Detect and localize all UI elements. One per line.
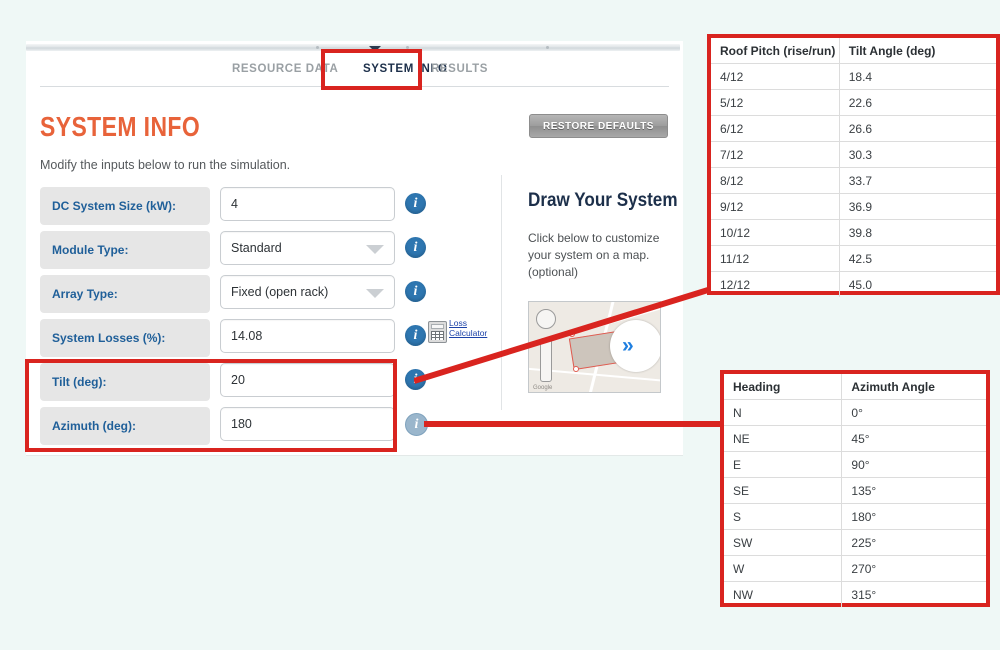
draw-your-system-title: Draw Your System (528, 190, 678, 211)
info-icon-module-type[interactable]: i (405, 237, 426, 258)
loss-calculator-label: Loss Calculator (449, 318, 499, 338)
map-zoom-slider[interactable] (540, 338, 552, 382)
select-array-type-value: Fixed (open rack) (231, 285, 329, 299)
calculator-icon (428, 321, 447, 343)
table-row: 5/12 22.6 (711, 89, 996, 116)
panel-divider (501, 175, 502, 410)
annotation-box-system-info-tab (321, 49, 422, 90)
info-icon-array-type[interactable]: i (405, 281, 426, 302)
cell-roof-pitch: 4/12 (711, 63, 840, 90)
table-row: NW 315° (724, 581, 986, 607)
info-icon-dc-system-size[interactable]: i (405, 193, 426, 214)
restore-defaults-button[interactable]: RESTORE DEFAULTS (529, 114, 668, 138)
cell-tilt-angle: 36.9 (839, 193, 996, 220)
select-module-type[interactable]: Standard (220, 231, 395, 265)
cell-heading: E (724, 451, 843, 478)
cell-azimuth-angle: 180° (841, 503, 986, 530)
table-row: 9/12 36.9 (711, 193, 996, 220)
table-row: W 270° (724, 555, 986, 582)
column-header-heading: Heading (724, 374, 843, 400)
table-row: NE 45° (724, 425, 986, 452)
table-row: 8/12 33.7 (711, 167, 996, 194)
map-thumbnail[interactable]: Google » (528, 301, 661, 393)
cell-heading: W (724, 555, 843, 582)
table-row: SW 225° (724, 529, 986, 556)
cell-tilt-angle: 22.6 (839, 89, 996, 116)
roof-pitch-reference-table: Roof Pitch (rise/run) Tilt Angle (deg) 4… (707, 34, 1000, 297)
table-header-row: Roof Pitch (rise/run) Tilt Angle (deg) (711, 38, 996, 64)
cell-azimuth-angle: 45° (841, 425, 986, 452)
draw-your-system-description: Click below to customize your system on … (528, 231, 660, 279)
table-row: 12/12 45.0 (711, 271, 996, 297)
cell-tilt-angle: 33.7 (839, 167, 996, 194)
cell-heading: SW (724, 529, 843, 556)
info-icon-system-losses[interactable]: i (405, 325, 426, 346)
column-header-tilt-angle: Tilt Angle (deg) (839, 38, 996, 64)
table-row: 11/12 42.5 (711, 245, 996, 272)
table-row: 7/12 30.3 (711, 141, 996, 168)
cell-roof-pitch: 10/12 (711, 219, 840, 246)
cell-roof-pitch: 6/12 (711, 115, 840, 142)
chevron-double-right-icon: » (622, 334, 634, 357)
cell-heading: S (724, 503, 843, 530)
page-subtitle: Modify the inputs below to run the simul… (40, 158, 291, 172)
cell-roof-pitch: 12/12 (711, 271, 840, 297)
loss-calculator-link[interactable]: Loss Calculator (428, 318, 498, 346)
loss-calculator-line1: Loss (449, 318, 467, 328)
map-attribution: Google (533, 385, 553, 391)
cell-tilt-angle: 26.6 (839, 115, 996, 142)
cell-azimuth-angle: 270° (841, 555, 986, 582)
azimuth-reference-table: Heading Azimuth Angle N 0° NE 45° E 90° SE 1… (720, 370, 990, 607)
cell-azimuth-angle: 90° (841, 451, 986, 478)
chevron-down-icon (366, 245, 384, 254)
table-row: SE 135° (724, 477, 986, 504)
cell-tilt-angle: 39.8 (839, 219, 996, 246)
cell-heading: NW (724, 581, 843, 607)
info-icon-tilt[interactable]: i (405, 369, 426, 390)
cell-azimuth-angle: 0° (841, 399, 986, 426)
table-row: S 180° (724, 503, 986, 530)
table-row: N 0° (724, 399, 986, 426)
map-next-button[interactable]: » (610, 320, 660, 372)
cell-heading: NE (724, 425, 843, 452)
label-module-type: Module Type: (40, 231, 210, 269)
table-row: 6/12 26.6 (711, 115, 996, 142)
page-title: SYSTEM INFO (40, 111, 201, 142)
tab-results[interactable]: RESULTS (431, 63, 488, 75)
chevron-down-icon (366, 289, 384, 298)
cell-roof-pitch: 7/12 (711, 141, 840, 168)
loss-calculator-line2: Calculator (449, 328, 488, 338)
cell-roof-pitch: 11/12 (711, 245, 840, 272)
cell-tilt-angle: 45.0 (848, 277, 873, 292)
cell-roof-pitch: 8/12 (711, 167, 840, 194)
cell-tilt-angle: 18.4 (839, 63, 996, 90)
label-system-losses: System Losses (%): (40, 319, 210, 357)
input-system-losses[interactable]: 14.08 (220, 319, 395, 353)
cell-heading: SE (724, 477, 843, 504)
column-header-roof-pitch: Roof Pitch (rise/run) (711, 38, 840, 64)
select-module-type-value: Standard (231, 241, 282, 255)
cell-azimuth-angle: 315° (851, 587, 877, 602)
progress-marker (546, 46, 549, 49)
table-row: 10/12 39.8 (711, 219, 996, 246)
cell-heading: N (724, 399, 843, 426)
cell-roof-pitch: 9/12 (711, 193, 840, 220)
map-pan-control-icon[interactable] (536, 309, 556, 329)
cell-roof-pitch: 5/12 (711, 89, 840, 116)
table-row: 4/12 18.4 (711, 63, 996, 90)
input-dc-system-size[interactable]: 4 (220, 187, 395, 221)
progress-marker (316, 46, 319, 49)
cell-tilt-angle: 30.3 (839, 141, 996, 168)
label-dc-system-size: DC System Size (kW): (40, 187, 210, 225)
column-header-azimuth-angle: Azimuth Angle (841, 374, 986, 400)
cell-azimuth-angle: 225° (841, 529, 986, 556)
select-array-type[interactable]: Fixed (open rack) (220, 275, 395, 309)
cell-azimuth-angle: 135° (841, 477, 986, 504)
annotation-line-azimuth-to-azimuth-table (424, 421, 722, 427)
label-array-type: Array Type: (40, 275, 210, 313)
cell-tilt-angle: 42.5 (839, 245, 996, 272)
table-header-row: Heading Azimuth Angle (724, 374, 986, 400)
table-row: E 90° (724, 451, 986, 478)
annotation-box-tilt-azimuth (25, 359, 397, 452)
